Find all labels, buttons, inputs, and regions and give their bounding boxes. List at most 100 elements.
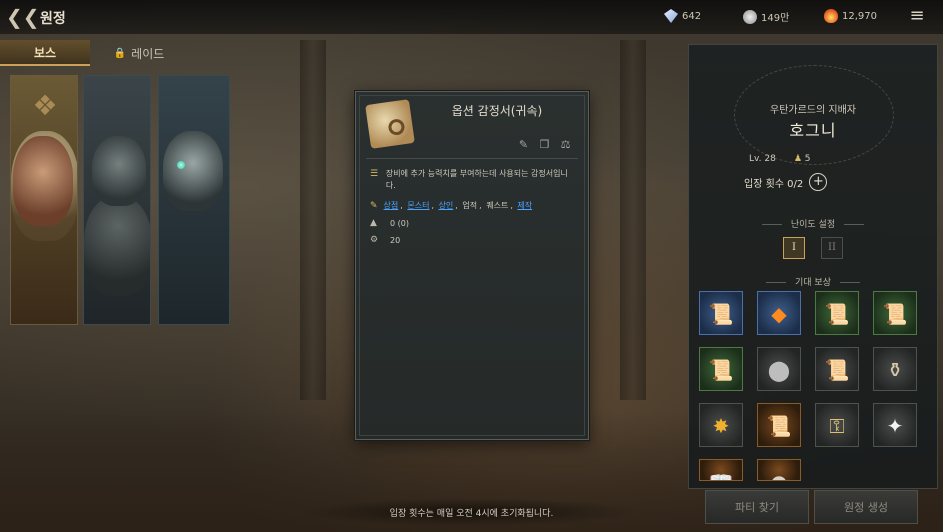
reward-item[interactable]: 📜 — [815, 347, 859, 391]
tab-boss[interactable]: 보스 — [0, 40, 90, 66]
stat-value: 20 — [390, 235, 401, 245]
tooltip-tools: ✎ ❐ ⚖ — [517, 138, 572, 151]
list-icon: ☰ — [370, 169, 379, 179]
source-link-shop[interactable]: 상점 — [384, 200, 399, 211]
source-link-monster[interactable]: 몬스터 — [407, 200, 429, 211]
reward-item[interactable]: 📜 — [815, 291, 859, 335]
reward-item[interactable]: 📜 — [699, 291, 743, 335]
reset-notice: 입장 횟수는 매일 오전 4시에 초기화됩니다. — [389, 509, 554, 519]
tab-label: 보스 — [33, 45, 57, 60]
boss-banner-3[interactable] — [158, 75, 230, 325]
item-name: 옵션 감정서(귀속) — [451, 104, 543, 118]
glowing-eye — [177, 161, 185, 169]
add-entry-button[interactable]: + — [809, 173, 828, 191]
item-tooltip: 옵션 감정서(귀속) ✎ ❐ ⚖ ☰ 장비에 추가 능력치를 부여하는데 사용되… — [355, 91, 589, 440]
flame-gem-icon — [824, 9, 838, 23]
bag-icon: ▲ — [370, 218, 377, 228]
item-description: ☰ 장비에 추가 능력치를 부여하는데 사용되는 감정서입니다. — [370, 168, 575, 192]
entry-count: 입장 횟수 0/2 — [744, 178, 804, 190]
menu-icon[interactable]: ≡ — [905, 5, 929, 29]
book-icon: 📖 — [700, 460, 742, 480]
resource-value: 149만 — [761, 13, 790, 24]
source-achievement: 업적 — [462, 201, 478, 210]
tab-raid[interactable]: 🔒 레이드 — [94, 40, 184, 66]
description-text: 장비에 추가 능력치를 부여하는데 사용되는 감정서입니다. — [385, 169, 568, 190]
boss-body — [84, 196, 150, 296]
resource-value: 12,970 — [842, 10, 877, 22]
boss-portrait — [163, 131, 223, 211]
reward-item[interactable]: 📜 — [757, 403, 801, 447]
background-pillar — [300, 40, 326, 400]
reward-item[interactable]: ✸ — [699, 403, 743, 447]
scale-icon[interactable]: ⚖ — [559, 138, 572, 151]
source-link-craft[interactable]: 제작 — [517, 200, 532, 211]
resource-value: 642 — [682, 10, 702, 22]
difficulty-2-label: II — [828, 242, 836, 253]
scroll-magnifier-icon — [365, 99, 415, 149]
key-icon: ⚿ — [829, 414, 845, 438]
boss-meta: Lv. 28 ♟ 5 — [749, 154, 811, 164]
edit-icon[interactable]: ✎ — [517, 138, 530, 151]
background-pillar — [620, 40, 646, 400]
crest-emblem-icon: ❖ — [32, 89, 58, 122]
party-size-value: 5 — [804, 154, 811, 164]
acquisition-sources: ✎ 상점, 몬스터, 상인, 업적, 퀘스트, 제작 — [370, 200, 534, 211]
entry-count-row: 입장 횟수 0/2 + — [744, 173, 828, 191]
divider — [366, 158, 578, 159]
reward-item[interactable]: 📜 — [873, 291, 917, 335]
silver-coin-icon — [743, 9, 757, 24]
reward-item[interactable]: ⚿ — [815, 403, 859, 447]
boss-portrait — [13, 136, 73, 226]
lock-icon: 🔒 — [113, 47, 127, 59]
reward-item[interactable]: ● — [757, 459, 801, 481]
boss-banner-hogni[interactable]: ❖ — [10, 75, 78, 325]
ore-icon: ⬤ — [767, 358, 791, 382]
top-bar: ❮❮ 원정 642 149만 12,970 ≡ — [0, 0, 943, 34]
amber-gem-icon: ◆ — [771, 302, 787, 326]
difficulty-1-label: I — [792, 242, 796, 253]
copy-icon[interactable]: ❐ — [538, 138, 551, 151]
reward-item[interactable]: ⚱ — [873, 347, 917, 391]
source-separator: , — [431, 201, 435, 210]
scroll-icon: 📜 — [824, 302, 850, 326]
scroll-icon: 📜 — [824, 358, 850, 382]
scroll-icon: 📜 — [708, 358, 734, 382]
expedition-panel: 우탄가르드의 지배자 호그니 Lv. 28 ♟ 5 입장 횟수 0/2 + 난이… — [688, 44, 938, 489]
source-separator: , — [479, 201, 482, 210]
reward-item[interactable]: ◆ — [757, 291, 801, 335]
rewards-header: 기대 보상 — [689, 275, 937, 288]
reward-item[interactable]: ✦ — [873, 403, 917, 447]
scroll-magnifier-icon: 📜 — [766, 414, 792, 438]
resource-diamond: 642 — [664, 9, 701, 23]
reward-item[interactable]: 📜 — [699, 347, 743, 391]
resource-silver: 149만 — [743, 9, 789, 24]
difficulty-1-button[interactable]: I — [783, 237, 805, 259]
pen-icon: ✎ — [370, 200, 378, 211]
back-arrow-icon[interactable]: ❮❮ — [6, 6, 40, 28]
boss-subtitle: 우탄가르드의 지배자 — [770, 105, 856, 116]
tab-label: 레이드 — [131, 46, 165, 61]
stat-count: ▲ 0 (0) — [370, 218, 409, 228]
source-separator: , — [400, 201, 403, 210]
difficulty-header: 난이도 설정 — [689, 217, 937, 230]
scroll-icon: 📜 — [708, 302, 734, 326]
difficulty-2-button[interactable]: II — [821, 237, 843, 259]
scroll-icon: 📜 — [882, 302, 908, 326]
rewards-label: 기대 보상 — [795, 278, 831, 288]
party-icon: ♟ — [793, 154, 802, 164]
source-separator: , — [455, 201, 458, 210]
reward-item[interactable]: 📖 — [699, 459, 743, 481]
party-size: ♟ 5 — [794, 154, 811, 164]
diamond-icon — [664, 9, 678, 23]
source-separator: , — [510, 201, 513, 210]
source-link-merchant[interactable]: 상인 — [439, 200, 454, 211]
difficulty-label: 난이도 설정 — [790, 220, 836, 230]
resource-gem: 12,970 — [824, 9, 877, 23]
reward-item[interactable]: ⬤ — [757, 347, 801, 391]
book-icon: ✦ — [886, 414, 904, 438]
boss-banner-2[interactable] — [83, 75, 151, 325]
weight-icon: ⚙ — [370, 235, 379, 245]
coin-icon: ● — [758, 460, 800, 480]
vase-icon: ⚱ — [886, 358, 904, 382]
page-title: 원정 — [40, 11, 66, 27]
